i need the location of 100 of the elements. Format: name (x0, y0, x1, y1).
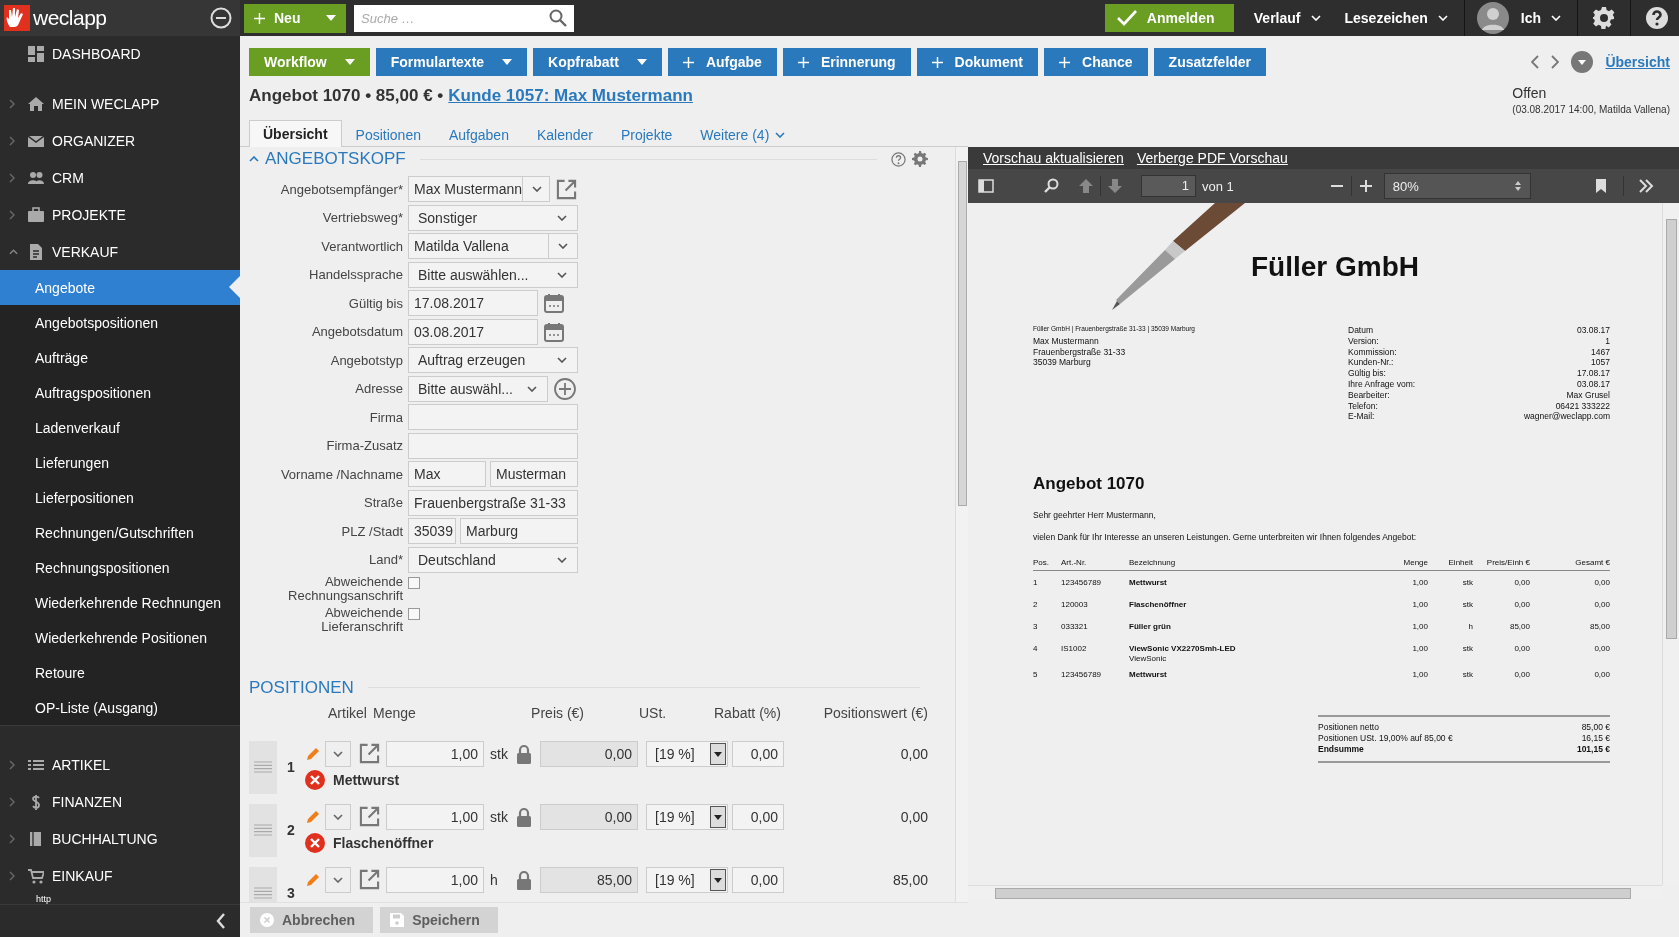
text-field[interactable]: Marburg (460, 518, 578, 544)
collapse-sidebar-icon[interactable] (216, 913, 226, 929)
avatar-icon[interactable] (1476, 2, 1509, 34)
sidebar-subitem[interactable]: Rechnungspositionen (0, 550, 240, 585)
action-button[interactable]: Chance (1044, 48, 1148, 76)
pencil-icon[interactable] (305, 745, 321, 762)
text-field[interactable]: Max (408, 461, 486, 487)
dropdown-circle-icon[interactable] (1571, 51, 1594, 73)
page-number-field[interactable]: 1 (1141, 175, 1196, 197)
tab[interactable]: Übersicht (249, 120, 342, 147)
overview-link[interactable]: Übersicht (1605, 54, 1670, 70)
sidebar-subitem[interactable]: Wiederkehrende Positionen (0, 620, 240, 655)
sidebar-item[interactable]: BUCHHALTUNG (0, 820, 240, 857)
text-field[interactable] (408, 432, 578, 459)
sidebar-item[interactable]: FINANZEN (0, 783, 240, 820)
preview-link[interactable]: Verberge PDF Vorschau (1136, 150, 1288, 166)
article-dropdown[interactable] (325, 866, 351, 893)
checkbox[interactable] (408, 607, 420, 620)
sidebar-subitem[interactable]: Rechnungen/Gutschriften (0, 515, 240, 550)
help-icon[interactable] (1645, 6, 1669, 30)
drag-handle[interactable] (249, 803, 277, 857)
lock-icon[interactable] (516, 743, 532, 764)
lock-icon[interactable] (516, 869, 532, 890)
select-field[interactable]: Bitte auswähl... (408, 375, 548, 402)
select-field[interactable]: Bitte auswählen... (408, 261, 578, 288)
quantity-field[interactable]: 1,00 (386, 803, 484, 830)
preview-link[interactable]: Vorschau aktualisieren (983, 150, 1124, 166)
pencil-icon[interactable] (305, 871, 321, 888)
sidebar-subitem[interactable]: Angebotspositionen (0, 305, 240, 340)
add-circle-icon[interactable] (554, 377, 576, 400)
tax-select[interactable]: [19 %] (646, 740, 728, 767)
zoom-select[interactable]: 80% (1383, 173, 1531, 199)
sidebar-subitem[interactable]: Retoure (0, 655, 240, 690)
action-button[interactable]: Aufgabe (667, 48, 777, 76)
pencil-icon[interactable] (305, 808, 321, 825)
text-field[interactable]: Musterman (490, 461, 578, 487)
remove-icon[interactable] (305, 832, 325, 853)
action-button[interactable]: Kopfrabatt (533, 48, 662, 76)
article-dropdown[interactable] (325, 803, 351, 830)
sidebar-item[interactable]: PROJEKTE (0, 196, 240, 233)
quantity-field[interactable]: 1,00 (386, 740, 484, 767)
article-dropdown[interactable] (325, 740, 351, 767)
sidebar-item[interactable]: MEIN WECLAPP (0, 85, 240, 122)
price-field[interactable]: 0,00 (540, 740, 638, 767)
date-field[interactable]: 17.08.2017 (408, 290, 538, 316)
sidebar-subitem[interactable]: Angebote (0, 270, 240, 305)
text-field[interactable]: Frauenbergstraße 31-33 (408, 489, 578, 516)
discount-field[interactable]: 0,00 (732, 866, 784, 893)
tab[interactable]: Kalender (522, 121, 607, 147)
quantity-field[interactable]: 1,00 (386, 866, 484, 893)
action-button[interactable]: Zusatzfelder (1153, 48, 1267, 76)
sidebar-subitem[interactable]: Ladenverkauf (0, 410, 240, 445)
sidebar-subitem[interactable]: Wiederkehrende Rechnungen (0, 585, 240, 620)
user-menu-button[interactable]: Ich (1508, 0, 1573, 36)
combo-field[interactable]: Matilda Vallena (408, 233, 578, 259)
next-icon[interactable] (1551, 55, 1560, 69)
calendar-icon[interactable] (544, 321, 564, 342)
sidebar-item[interactable]: EINKAUF (0, 857, 240, 894)
sidebar-subitem[interactable]: Aufträge (0, 340, 240, 375)
sidebar-subitem[interactable]: Auftragspositionen (0, 375, 240, 410)
price-field[interactable]: 0,00 (540, 803, 638, 830)
sidebar-subitem[interactable]: OP-Liste (Ausgang) (0, 690, 240, 725)
hand-logo-icon[interactable] (4, 5, 30, 31)
action-button[interactable]: Erinnerung (782, 48, 911, 76)
menu-button[interactable]: Verlauf (1241, 0, 1333, 36)
action-button[interactable]: Formulartexte (375, 48, 528, 76)
customer-link[interactable]: Kunde 1057: Max Mustermann (448, 86, 693, 118)
collapse-icon[interactable] (210, 7, 232, 29)
external-link-icon[interactable] (359, 869, 380, 890)
external-link-icon[interactable] (359, 806, 380, 827)
zoom-in-icon[interactable] (1357, 178, 1374, 194)
lock-icon[interactable] (516, 806, 532, 827)
combo-field[interactable]: Max Mustermann (408, 176, 550, 202)
tab[interactable]: Positionen (341, 121, 435, 147)
tab[interactable]: Weitere (4) (686, 121, 800, 147)
tax-select[interactable]: [19 %] (646, 803, 728, 830)
tab[interactable]: Aufgaben (434, 121, 523, 147)
sidebar-subitem[interactable]: Lieferungen (0, 445, 240, 480)
sidebar-item[interactable]: ORGANIZER (0, 122, 240, 159)
sidebar-item[interactable]: VERKAUF (0, 233, 240, 270)
select-field[interactable]: Auftrag erzeugen (408, 347, 578, 373)
action-button[interactable]: Dokument (916, 48, 1038, 76)
search-icon[interactable] (1044, 178, 1060, 194)
text-field[interactable] (408, 404, 578, 430)
menu-button[interactable]: Lesezeichen (1332, 0, 1460, 36)
select-field[interactable]: Deutschland (408, 546, 578, 573)
checkbox[interactable] (408, 577, 420, 589)
text-field[interactable]: 35039 (408, 518, 456, 544)
sidebar-item[interactable]: DASHBOARD (0, 36, 240, 85)
arrow-down-icon[interactable] (1107, 178, 1123, 194)
sidebar-item[interactable]: CRM (0, 159, 240, 196)
previous-icon[interactable] (1531, 55, 1540, 69)
price-field[interactable]: 85,00 (540, 866, 638, 893)
select-field[interactable]: Sonstiger (408, 204, 578, 231)
tax-select[interactable]: [19 %] (646, 866, 728, 893)
external-link-icon[interactable] (556, 178, 577, 200)
collapse-caret-icon[interactable] (249, 156, 259, 162)
sidebar-item[interactable]: ARTIKEL (0, 746, 240, 783)
drag-handle[interactable] (249, 740, 277, 794)
remove-icon[interactable] (305, 769, 325, 790)
